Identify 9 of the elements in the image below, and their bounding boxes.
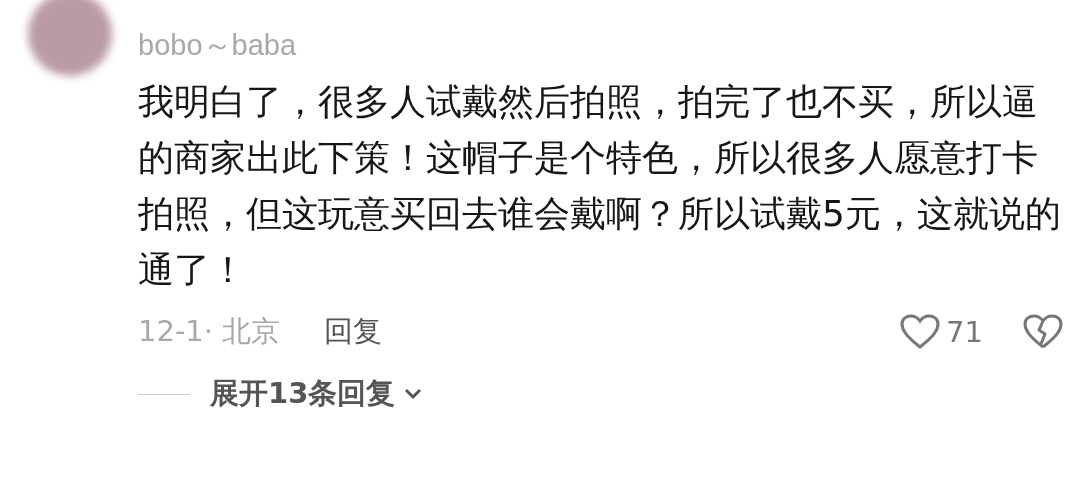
expand-replies-button[interactable]: 展开13条回复 [210,374,424,414]
broken-heart-icon[interactable] [1023,314,1063,350]
like-count: 71 [946,315,983,349]
chevron-down-icon [403,387,424,401]
comment-text: 我明白了，很多人试戴然后拍照，拍完了也不买，所以逼的商家出此下策！这帽子是个特色，所以很多人愿意打卡拍照，但这玩意买回去谁会戴啊？所以试戴5元，这就说的通了！ [138,80,1062,292]
comment-date-location: 12-1· 北京 [138,313,281,350]
like-heart-icon[interactable] [900,314,941,350]
reply-button[interactable]: 回复 [324,312,383,352]
avatar[interactable] [28,0,112,76]
